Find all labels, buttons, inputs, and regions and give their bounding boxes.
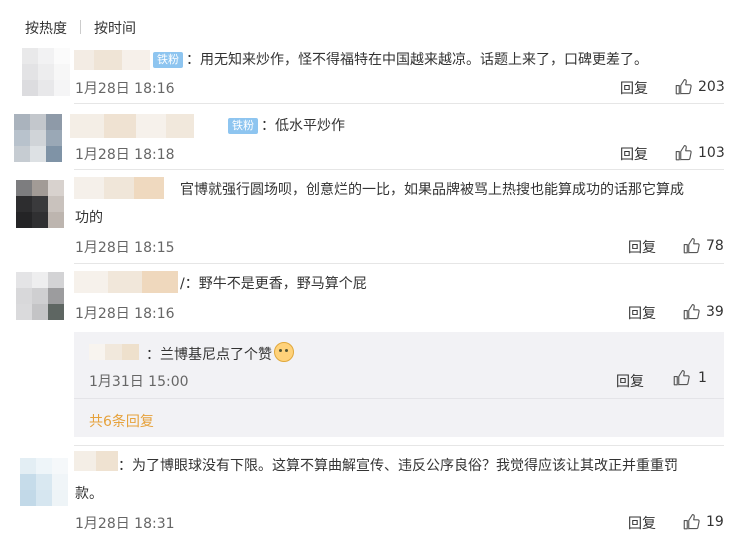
like-count: 1 (698, 370, 707, 386)
username-blurred[interactable] (74, 177, 164, 199)
username-blurred[interactable] (74, 50, 150, 70)
doge-emoji-icon (274, 342, 294, 362)
comment-text: ：低水平炒作 (261, 118, 345, 134)
reply-button[interactable]: 回复 (616, 371, 644, 391)
like-count: 203 (698, 79, 725, 95)
thumbs-up-icon (675, 78, 692, 95)
reply-username-blurred[interactable] (89, 344, 139, 360)
like-count: 19 (706, 514, 724, 530)
like-count: 39 (706, 304, 724, 320)
replies-panel: ：兰博基尼点了个赞 1月31日 15:00 回复 1 共6条回复 (74, 332, 724, 437)
thumbs-up-icon (673, 369, 690, 386)
username-blurred[interactable] (74, 451, 118, 471)
view-all-replies-link[interactable]: 共6条回复 (89, 411, 154, 431)
thumbs-up-icon (683, 513, 700, 530)
like-button[interactable]: 203 (674, 77, 725, 97)
divider (74, 398, 724, 399)
like-count: 103 (698, 145, 725, 161)
avatar[interactable] (22, 48, 70, 96)
tab-sort-by-time[interactable]: 按时间 (94, 18, 136, 38)
like-count: 78 (706, 238, 724, 254)
comment-time: 1月28日 18:16 (75, 306, 175, 322)
username-blurred[interactable] (70, 114, 194, 138)
reply-button[interactable]: 回复 (620, 144, 648, 164)
divider (74, 169, 724, 170)
reply-button[interactable]: 回复 (628, 513, 656, 533)
comment-text-continued: 款。 (75, 486, 103, 502)
divider (74, 103, 724, 104)
comment-text: /：野牛不是更香，野马算个屁 (180, 276, 367, 292)
reply-time: 1月31日 15:00 (89, 374, 189, 390)
comment-text-continued: 功的 (75, 210, 103, 226)
like-button[interactable]: 39 (682, 302, 724, 322)
avatar[interactable] (16, 180, 64, 228)
divider (74, 263, 724, 264)
comment-time: 1月28日 18:16 (75, 81, 175, 97)
comment-text: ：用无知来炒作，怪不得福特在中国越来越凉。话题上来了，口碑更差了。 (186, 52, 648, 68)
comment-time: 1月28日 18:18 (75, 147, 175, 163)
comment-text: ：为了博眼球没有下限。这算不算曲解宣传、违反公序良俗？我觉得应该让其改正并重重罚 (118, 458, 678, 474)
like-button[interactable]: 19 (682, 512, 724, 532)
comment-text: 官博就强行圆场呗，创意烂的一比，如果品牌被骂上热搜也能算成功的话那它算成 (180, 182, 684, 198)
comment-time: 1月28日 18:15 (75, 240, 175, 256)
like-button[interactable]: 103 (674, 143, 725, 163)
username-blurred[interactable] (74, 271, 178, 293)
reply-text: ：兰博基尼点了个赞 (146, 342, 294, 364)
fan-badge: 铁粉 (153, 52, 183, 68)
divider (74, 445, 724, 446)
reply-button[interactable]: 回复 (620, 78, 648, 98)
reply-button[interactable]: 回复 (628, 237, 656, 257)
comment-time: 1月28日 18:31 (75, 516, 175, 532)
avatar[interactable] (16, 272, 64, 320)
sort-tabs: 按热度 按时间 (0, 0, 749, 44)
tab-sort-by-hot[interactable]: 按热度 (25, 18, 67, 38)
fan-badge: 铁粉 (228, 118, 258, 134)
thumbs-up-icon (675, 144, 692, 161)
avatar[interactable] (20, 458, 68, 506)
thumbs-up-icon (683, 303, 700, 320)
thumbs-up-icon (683, 237, 700, 254)
like-button[interactable]: 78 (682, 236, 724, 256)
like-button[interactable]: 1 (672, 369, 707, 387)
avatar[interactable] (14, 114, 62, 162)
reply-button[interactable]: 回复 (628, 303, 656, 323)
tab-divider (80, 20, 81, 34)
